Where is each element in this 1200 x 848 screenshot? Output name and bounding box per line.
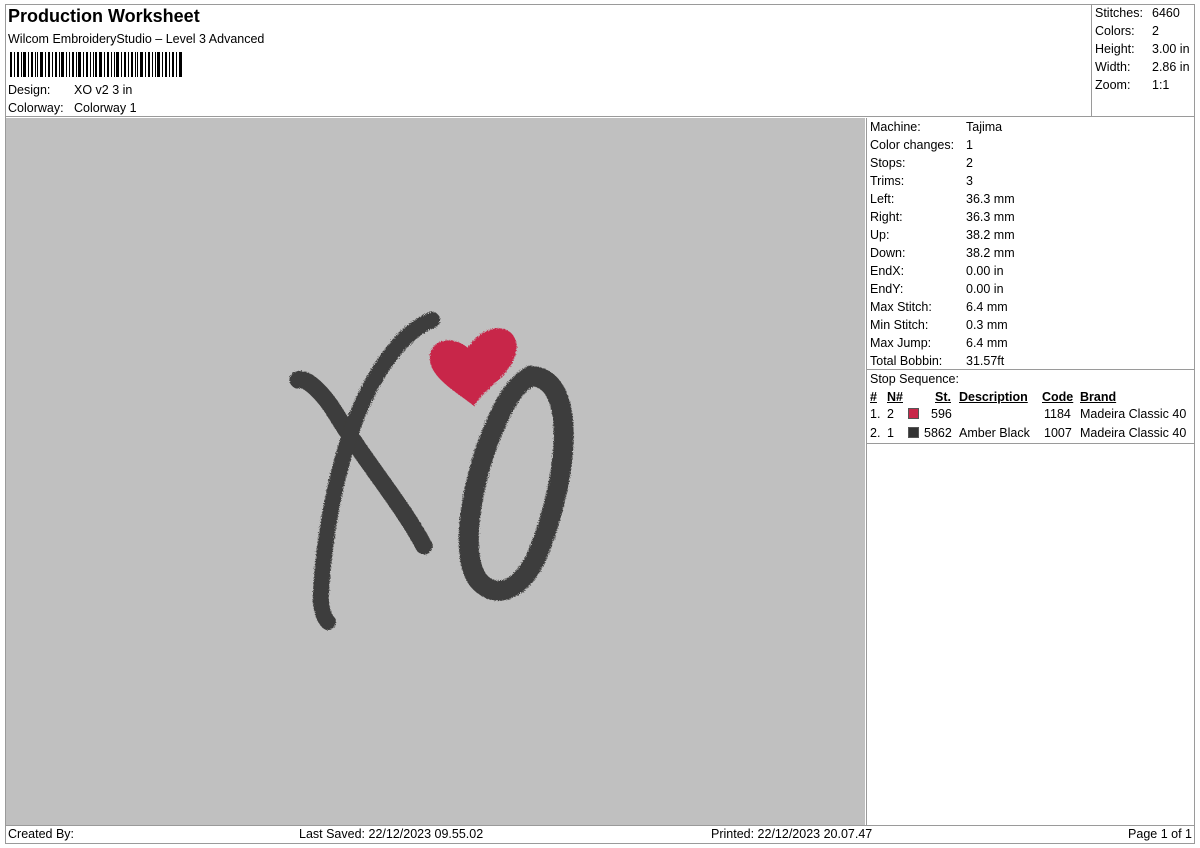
prop-value: 6.4 mm bbox=[966, 336, 1008, 350]
prop-max-jump: Max Jump: 6.4 mm bbox=[870, 336, 1008, 350]
prop-down: Down: 38.2 mm bbox=[870, 246, 1015, 260]
stat-colors: Colors: 2 bbox=[1095, 24, 1159, 38]
stats-panel: Stitches: 6460 Colors: 2 Height: 3.00 in Wi… bbox=[1092, 4, 1195, 117]
prop-up: Up: 38.2 mm bbox=[870, 228, 1015, 242]
prop-label: Right: bbox=[870, 210, 903, 224]
row-needle: 1 bbox=[887, 426, 894, 440]
design-label: Design: bbox=[8, 83, 51, 97]
prop-value: 36.3 mm bbox=[966, 210, 1015, 224]
stat-width: Width: 2.86 in bbox=[1095, 60, 1190, 74]
stat-label: Stitches: bbox=[1095, 6, 1143, 20]
row-code: 1184 bbox=[1044, 407, 1071, 421]
row-index: 1. bbox=[870, 407, 881, 421]
col-header-stitches: St. bbox=[935, 390, 951, 404]
row-brand: Madeira Classic 40 bbox=[1080, 426, 1187, 440]
prop-value: Tajima bbox=[966, 120, 1003, 134]
row-code: 1007 bbox=[1044, 426, 1072, 440]
row-stitches: 596 bbox=[931, 407, 952, 421]
prop-label: Total Bobbin: bbox=[870, 354, 943, 368]
software-subtitle: Wilcom EmbroideryStudio – Level 3 Advanc… bbox=[8, 32, 265, 46]
stat-label: Height: bbox=[1095, 42, 1135, 56]
page-title: Production Worksheet bbox=[8, 6, 200, 26]
prop-value: 36.3 mm bbox=[966, 192, 1015, 206]
design-preview bbox=[6, 118, 865, 825]
prop-min-stitch: Min Stitch: 0.3 mm bbox=[870, 318, 1008, 332]
prop-label: Min Stitch: bbox=[870, 318, 929, 332]
stat-label: Zoom: bbox=[1095, 78, 1131, 92]
prop-value: 1 bbox=[966, 138, 973, 152]
created-by: Created By: bbox=[8, 827, 75, 841]
design-row: Design: XO v2 3 in bbox=[8, 83, 132, 97]
row-description: Amber Black bbox=[959, 426, 1030, 440]
prop-label: Machine: bbox=[870, 120, 921, 134]
prop-value: 38.2 mm bbox=[966, 228, 1015, 242]
prop-endx: EndX: 0.00 in bbox=[870, 264, 1004, 278]
row-brand: Madeira Classic 40 bbox=[1080, 407, 1187, 421]
stop-sequence-title: Stop Sequence: bbox=[870, 372, 959, 386]
xo-embroidery-design bbox=[289, 312, 574, 630]
colorway-row: Colorway: Colorway 1 bbox=[8, 101, 137, 115]
properties-panel: Machine: Tajima Color changes: 1 Stops: 2 T… bbox=[866, 118, 1195, 825]
prop-label: Max Stitch: bbox=[870, 300, 932, 314]
prop-label: Up: bbox=[870, 228, 890, 242]
colorway-label: Colorway: bbox=[8, 101, 64, 115]
prop-value: 31.57ft bbox=[966, 354, 1005, 368]
barcode-icon bbox=[10, 52, 182, 77]
design-value: XO v2 3 in bbox=[74, 83, 133, 97]
prop-label: Down: bbox=[870, 246, 906, 260]
o-letter bbox=[458, 365, 574, 601]
prop-value: 0.00 in bbox=[966, 264, 1004, 278]
divider bbox=[867, 443, 1195, 444]
prop-label: EndY: bbox=[870, 282, 904, 296]
col-header-brand: Brand bbox=[1080, 390, 1117, 404]
prop-total-bobbin: Total Bobbin: 31.57ft bbox=[870, 354, 1004, 368]
prop-value: 3 bbox=[966, 174, 973, 188]
prop-value: 2 bbox=[966, 156, 973, 170]
stat-value: 3.00 in bbox=[1152, 42, 1190, 56]
stat-value: 2 bbox=[1152, 24, 1159, 38]
printed-date: Printed: 22/12/2023 20.07.47 bbox=[711, 827, 873, 841]
stat-zoom: Zoom: 1:1 bbox=[1095, 78, 1169, 92]
prop-label: Stops: bbox=[870, 156, 906, 170]
col-header-code: Code bbox=[1042, 390, 1074, 404]
last-saved: Last Saved: 22/12/2023 09.55.02 bbox=[299, 827, 484, 841]
prop-label: Left: bbox=[870, 192, 895, 206]
prop-color-changes: Color changes: 1 bbox=[870, 138, 973, 152]
prop-label: EndX: bbox=[870, 264, 905, 278]
color-swatch bbox=[908, 408, 919, 419]
prop-endy: EndY: 0.00 in bbox=[870, 282, 1004, 296]
worksheet-footer: Created By: Last Saved: 22/12/2023 09.55… bbox=[5, 825, 1195, 844]
prop-left: Left: 36.3 mm bbox=[870, 192, 1015, 206]
prop-value: 6.4 mm bbox=[966, 300, 1008, 314]
colorway-value: Colorway 1 bbox=[74, 101, 137, 115]
prop-value: 0.00 in bbox=[966, 282, 1004, 296]
color-swatch bbox=[908, 427, 919, 438]
stat-label: Width: bbox=[1095, 60, 1131, 74]
stat-value: 1:1 bbox=[1152, 78, 1170, 92]
prop-label: Color changes: bbox=[870, 138, 955, 152]
prop-label: Trims: bbox=[870, 174, 905, 188]
row-index: 2. bbox=[870, 426, 881, 440]
prop-machine: Machine: Tajima bbox=[870, 120, 1002, 134]
prop-right: Right: 36.3 mm bbox=[870, 210, 1015, 224]
worksheet-header: Production Worksheet Wilcom EmbroiderySt… bbox=[5, 4, 1092, 117]
stat-height: Height: 3.00 in bbox=[1095, 42, 1190, 56]
prop-max-stitch: Max Stitch: 6.4 mm bbox=[870, 300, 1008, 314]
prop-label: Max Jump: bbox=[870, 336, 932, 350]
stat-value: 2.86 in bbox=[1152, 60, 1190, 74]
prop-value: 38.2 mm bbox=[966, 246, 1015, 260]
prop-stops: Stops: 2 bbox=[870, 156, 973, 170]
stat-stitches: Stitches: 6460 bbox=[1095, 6, 1180, 20]
col-header-description: Description bbox=[959, 390, 1028, 404]
col-header-index: # bbox=[870, 390, 877, 404]
divider bbox=[867, 369, 1195, 370]
prop-trims: Trims: 3 bbox=[870, 174, 973, 188]
prop-value: 0.3 mm bbox=[966, 318, 1008, 332]
row-needle: 2 bbox=[887, 407, 894, 421]
stat-value: 6460 bbox=[1152, 6, 1180, 20]
page-number: Page 1 of 1 bbox=[1128, 827, 1192, 841]
row-stitches: 5862 bbox=[924, 426, 952, 440]
stat-label: Colors: bbox=[1095, 24, 1135, 38]
col-header-needle: N# bbox=[887, 390, 903, 404]
